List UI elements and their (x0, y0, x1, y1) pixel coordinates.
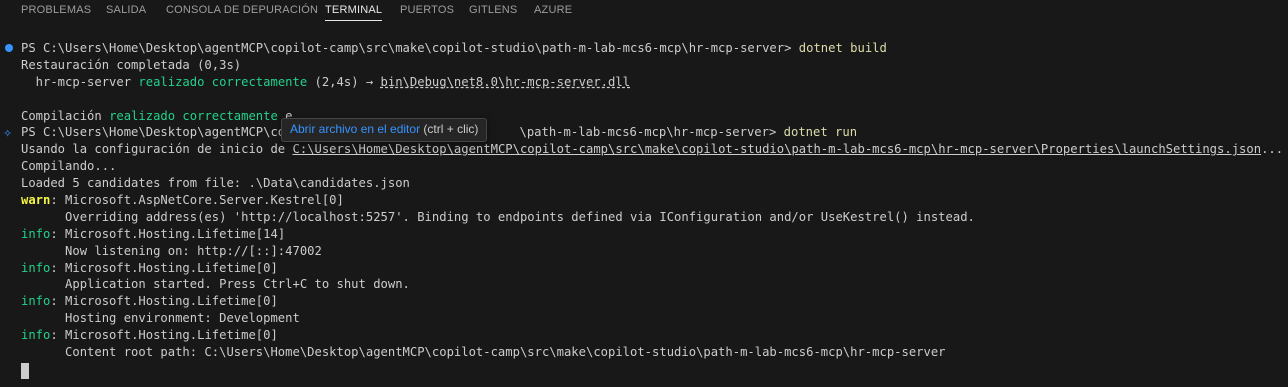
terminal-cursor (21, 363, 29, 379)
build-project: hr-mcp-server (21, 74, 139, 89)
terminal-line: Restauración completada (0,3s) (21, 57, 242, 72)
open-file-tooltip: Abrir archivo en el editor (ctrl + clic) (281, 118, 488, 142)
info-tag: info (21, 260, 51, 275)
circle-dot-icon[interactable] (5, 44, 13, 52)
terminal-line: info: Microsoft.Hosting.Lifetime[14] (21, 226, 1288, 243)
terminal-line: PS C:\Users\Home\Desktop\agentMCP\cop \pa… (21, 124, 1288, 141)
tab-gitlens[interactable]: GITLENS (469, 4, 517, 20)
dll-path-link[interactable]: bin\Debug\net8.0\hr-mcp-server.dll (381, 75, 630, 89)
ellipsis: ... (1261, 142, 1284, 157)
log-source: : Microsoft.Hosting.Lifetime[0] (50, 328, 278, 343)
build-status: realizado correctamente (138, 74, 308, 89)
terminal-line: Application started. Press Ctrl+C to shu… (21, 277, 410, 292)
sparkle-icon[interactable]: ✧ (3, 127, 12, 140)
open-in-editor-link[interactable]: Abrir archivo en el editor (290, 122, 420, 136)
info-tag: info (21, 328, 51, 343)
terminal-line: warn: Microsoft.AspNetCore.Server.Kestre… (21, 192, 1288, 209)
info-tag: info (21, 294, 51, 309)
terminal-line: Overriding address(es) 'http://localhost… (21, 209, 975, 224)
terminal-line: info: Microsoft.Hosting.Lifetime[0] (21, 293, 1288, 310)
terminal-line: hr-mcp-server realizado correctamente (2… (21, 74, 1288, 91)
tab-salida[interactable]: SALIDA (106, 4, 146, 20)
terminal-line: PS C:\Users\Home\Desktop\agentMCP\copilo… (21, 40, 1288, 57)
terminal-line: Compilación realizado correctamente e (21, 108, 1288, 125)
terminal-output[interactable]: PS C:\Users\Home\Desktop\agentMCP\copilo… (21, 40, 1288, 361)
command-text: dotnet run (783, 125, 858, 140)
terminal-line: Content root path: C:\Users\Home\Desktop… (21, 345, 946, 360)
terminal-line: Now listening on: http://[::]:47002 (21, 243, 322, 258)
terminal-line: Hosting environment: Development (21, 311, 300, 326)
terminal-line: Usando la configuración de inicio de C:\… (21, 141, 1288, 158)
compile-prefix: Compilación (21, 108, 110, 123)
info-tag: info (21, 226, 51, 241)
compile-status: realizado correctamente (109, 108, 278, 123)
warn-tag: warn (21, 193, 51, 208)
prompt-text: \path-m-lab-mcs6-mcp\hr-mcp-server> (519, 125, 784, 140)
using-prefix: Usando la configuración de inicio de (21, 142, 293, 157)
launch-settings-link[interactable]: C:\Users\Home\Desktop\agentMCP\copilot-c… (293, 142, 1262, 156)
command-text: dotnet build (798, 41, 887, 55)
build-time: (2,4s) → (307, 74, 381, 89)
log-source: : Microsoft.AspNetCore.Server.Kestrel[0] (50, 193, 344, 208)
tab-azure[interactable]: AZURE (534, 4, 572, 20)
prompt-text: PS C:\Users\Home\Desktop\agentMCP\cop (21, 125, 293, 140)
terminal-line: info: Microsoft.Hosting.Lifetime[0] (21, 260, 1288, 277)
panel-tab-bar: PROBLEMAS SALIDA CONSOLA DE DEPURACIÓN T… (0, 0, 1288, 28)
prompt-text: PS C:\Users\Home\Desktop\agentMCP\copilo… (21, 41, 799, 55)
log-source: : Microsoft.Hosting.Lifetime[0] (50, 294, 278, 309)
log-source: : Microsoft.Hosting.Lifetime[14] (50, 226, 286, 241)
tab-consola-depuracion[interactable]: CONSOLA DE DEPURACIÓN (166, 4, 318, 20)
tab-problemas[interactable]: PROBLEMAS (21, 4, 91, 20)
terminal-line: info: Microsoft.Hosting.Lifetime[0] (21, 327, 1288, 344)
log-source: : Microsoft.Hosting.Lifetime[0] (50, 260, 278, 275)
terminal-line: Compilando... (21, 159, 117, 174)
tab-puertos[interactable]: PUERTOS (400, 4, 454, 20)
terminal-line: Loaded 5 candidates from file: .\Data\ca… (21, 176, 410, 191)
tooltip-shortcut: (ctrl + clic) (420, 122, 479, 136)
tab-terminal[interactable]: TERMINAL (325, 4, 383, 21)
